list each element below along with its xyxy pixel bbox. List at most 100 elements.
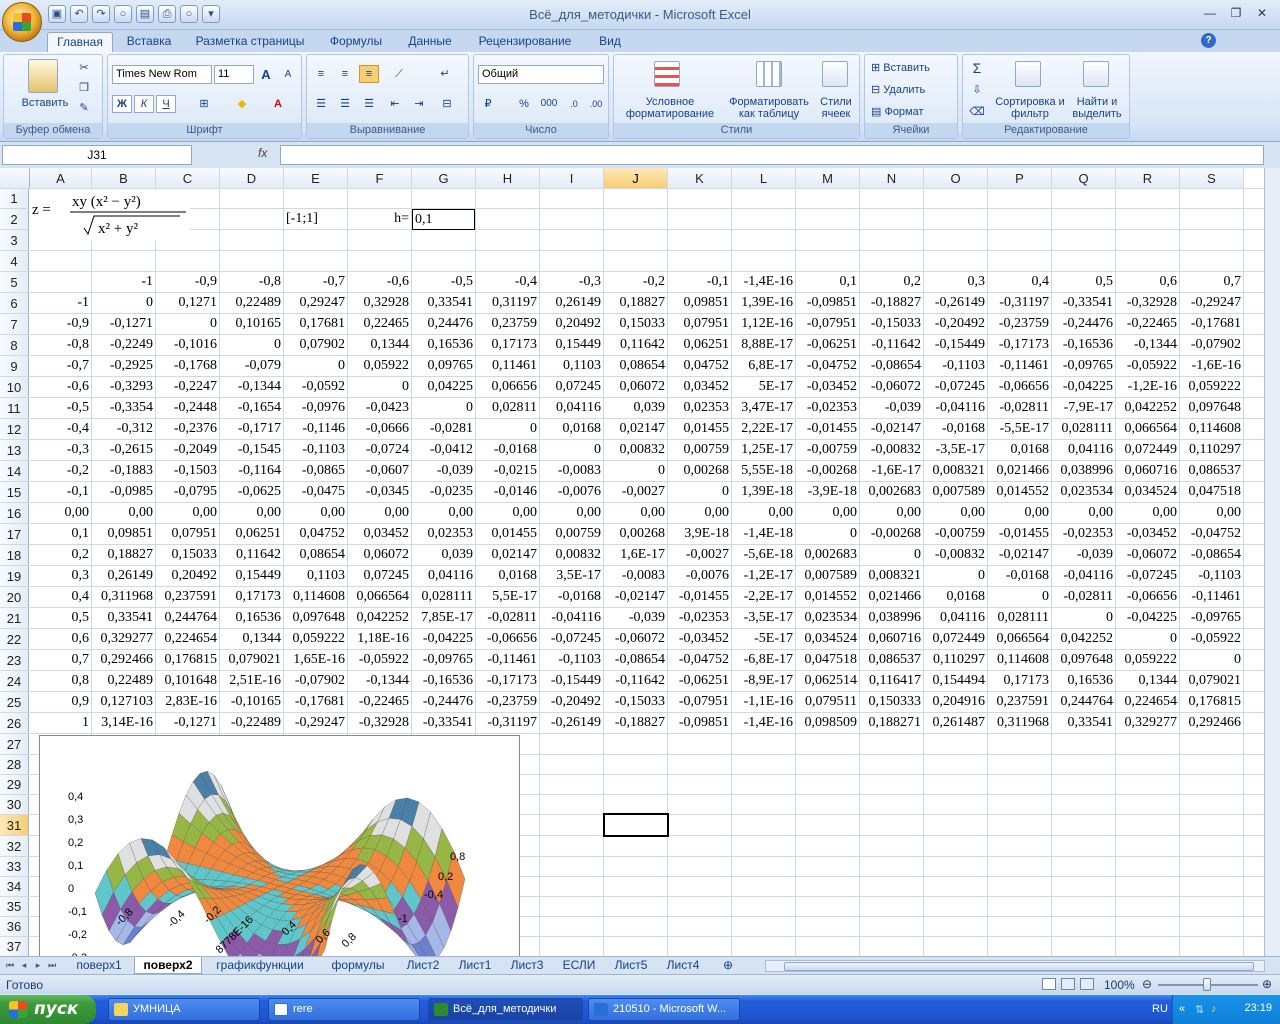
cell-H13[interactable]: -0,0168 — [476, 440, 539, 461]
cell-D25[interactable]: -0,10165 — [220, 692, 283, 713]
cell-K15[interactable]: 0 — [668, 482, 731, 503]
cell-I5[interactable]: -0,3 — [540, 272, 603, 293]
cell-J6[interactable]: 0,18827 — [604, 293, 667, 314]
cell-G11[interactable]: 0 — [412, 398, 475, 419]
cell-A23[interactable]: 0,7 — [30, 650, 91, 671]
cell-M10[interactable]: -0,03452 — [796, 377, 859, 398]
cell-R21[interactable]: -0,04225 — [1116, 608, 1179, 629]
cell-N19[interactable]: 0,008321 — [860, 566, 923, 587]
cell-M22[interactable]: 0,034524 — [796, 629, 859, 650]
column-header-N[interactable]: N — [860, 168, 924, 189]
row-header-1[interactable]: 1 — [0, 189, 29, 209]
cell-P17[interactable]: -0,01455 — [988, 524, 1051, 545]
row-header-31[interactable]: 31 — [0, 815, 29, 836]
row-header-7[interactable]: 7 — [0, 314, 29, 335]
office-button[interactable] — [2, 2, 42, 42]
cell-C12[interactable]: -0,2376 — [156, 419, 219, 440]
cell-L20[interactable]: -2,2E-17 — [732, 587, 795, 608]
cell-F22[interactable]: 1,18E-16 — [348, 629, 411, 650]
cell-M17[interactable]: 0 — [796, 524, 859, 545]
cell-R24[interactable]: 0,1344 — [1116, 671, 1179, 692]
cell-O7[interactable]: -0,20492 — [924, 314, 987, 335]
cell-D23[interactable]: 0,079021 — [220, 650, 283, 671]
cell-K5[interactable]: -0,1 — [668, 272, 731, 293]
cell-N11[interactable]: -0,039 — [860, 398, 923, 419]
horizontal-scroll-thumb[interactable] — [784, 962, 1254, 971]
align-left-icon[interactable]: ☰ — [311, 95, 331, 113]
cell-D26[interactable]: -0,22489 — [220, 713, 283, 734]
cell-styles-button[interactable]: Стили ячеек — [814, 96, 858, 120]
cell-F6[interactable]: 0,32928 — [348, 293, 411, 314]
cell-Q8[interactable]: -0,16536 — [1052, 335, 1115, 356]
cell-M23[interactable]: 0,047518 — [796, 650, 859, 671]
cell-C15[interactable]: -0,0795 — [156, 482, 219, 503]
format-as-table-icon[interactable] — [756, 61, 782, 87]
autosum-button[interactable]: Σ — [967, 59, 987, 77]
cell-K10[interactable]: 0,03452 — [668, 377, 731, 398]
cell-E19[interactable]: 0,1103 — [284, 566, 347, 587]
cell-C13[interactable]: -0,2049 — [156, 440, 219, 461]
cell-J24[interactable]: -0,11642 — [604, 671, 667, 692]
page-layout-view-icon[interactable] — [1061, 978, 1075, 990]
cell-L8[interactable]: 8,88E-17 — [732, 335, 795, 356]
find-binoculars-icon[interactable] — [1083, 61, 1109, 87]
cell-B23[interactable]: 0,292466 — [92, 650, 155, 671]
column-header-H[interactable]: H — [476, 168, 540, 189]
cell-J23[interactable]: -0,08654 — [604, 650, 667, 671]
cell-P20[interactable]: 0 — [988, 587, 1051, 608]
restore-icon[interactable]: ❐ — [1224, 4, 1248, 22]
tab-formulas[interactable]: Формулы — [322, 32, 390, 52]
cell-Q6[interactable]: -0,33541 — [1052, 293, 1115, 314]
row-header-14[interactable]: 14 — [0, 461, 29, 482]
cell-G8[interactable]: 0,16536 — [412, 335, 475, 356]
row-header-3[interactable]: 3 — [0, 230, 29, 251]
cell-A8[interactable]: -0,8 — [30, 335, 91, 356]
cell-E24[interactable]: -0,07902 — [284, 671, 347, 692]
cell-O12[interactable]: -0,0168 — [924, 419, 987, 440]
cell-Q20[interactable]: -0,02811 — [1052, 587, 1115, 608]
cell-R17[interactable]: -0,03452 — [1116, 524, 1179, 545]
row-header-2[interactable]: 2 — [0, 209, 29, 230]
cell-Q12[interactable]: 0,028111 — [1052, 419, 1115, 440]
cell-L18[interactable]: -5,6E-18 — [732, 545, 795, 566]
underline-button[interactable]: Ч — [156, 95, 176, 113]
page-break-view-icon[interactable] — [1080, 978, 1094, 990]
cell-F25[interactable]: -0,22465 — [348, 692, 411, 713]
row-header-20[interactable]: 20 — [0, 587, 29, 608]
cell-E8[interactable]: 0,07902 — [284, 335, 347, 356]
cell-N12[interactable]: -0,02147 — [860, 419, 923, 440]
row-header-11[interactable]: 11 — [0, 398, 29, 419]
cell-R9[interactable]: -0,05922 — [1116, 356, 1179, 377]
cell-S22[interactable]: -0,05922 — [1180, 629, 1243, 650]
cell-R6[interactable]: -0,32928 — [1116, 293, 1179, 314]
cell-D12[interactable]: -0,1717 — [220, 419, 283, 440]
cell-B17[interactable]: 0,09851 — [92, 524, 155, 545]
cell-G19[interactable]: 0,04116 — [412, 566, 475, 587]
cell-A20[interactable]: 0,4 — [30, 587, 91, 608]
cell-E20[interactable]: 0,114608 — [284, 587, 347, 608]
cell-M8[interactable]: -0,06251 — [796, 335, 859, 356]
cell-H17[interactable]: 0,01455 — [476, 524, 539, 545]
cell-styles-icon[interactable] — [822, 61, 848, 87]
cell-A19[interactable]: 0,3 — [30, 566, 91, 587]
column-header-B[interactable]: B — [92, 168, 156, 189]
number-format-select[interactable]: Общий — [478, 65, 604, 84]
column-header-P[interactable]: P — [988, 168, 1052, 189]
currency-icon[interactable]: ₽ — [478, 95, 498, 113]
cell-J13[interactable]: 0,00832 — [604, 440, 667, 461]
cell-I7[interactable]: 0,20492 — [540, 314, 603, 335]
cell-H14[interactable]: -0,0215 — [476, 461, 539, 482]
cell-G10[interactable]: 0,04225 — [412, 377, 475, 398]
cell-H5[interactable]: -0,4 — [476, 272, 539, 293]
cell-E16[interactable]: 0,00 — [284, 503, 347, 524]
cell-G7[interactable]: 0,24476 — [412, 314, 475, 335]
cell-R26[interactable]: 0,329277 — [1116, 713, 1179, 734]
cell-S18[interactable]: -0,08654 — [1180, 545, 1243, 566]
cell-F24[interactable]: -0,1344 — [348, 671, 411, 692]
cell-D16[interactable]: 0,00 — [220, 503, 283, 524]
cell-D13[interactable]: -0,1545 — [220, 440, 283, 461]
cell-K18[interactable]: -0,0027 — [668, 545, 731, 566]
row-header-10[interactable]: 10 — [0, 377, 29, 398]
row-header-24[interactable]: 24 — [0, 671, 29, 692]
cell-R25[interactable]: 0,224654 — [1116, 692, 1179, 713]
